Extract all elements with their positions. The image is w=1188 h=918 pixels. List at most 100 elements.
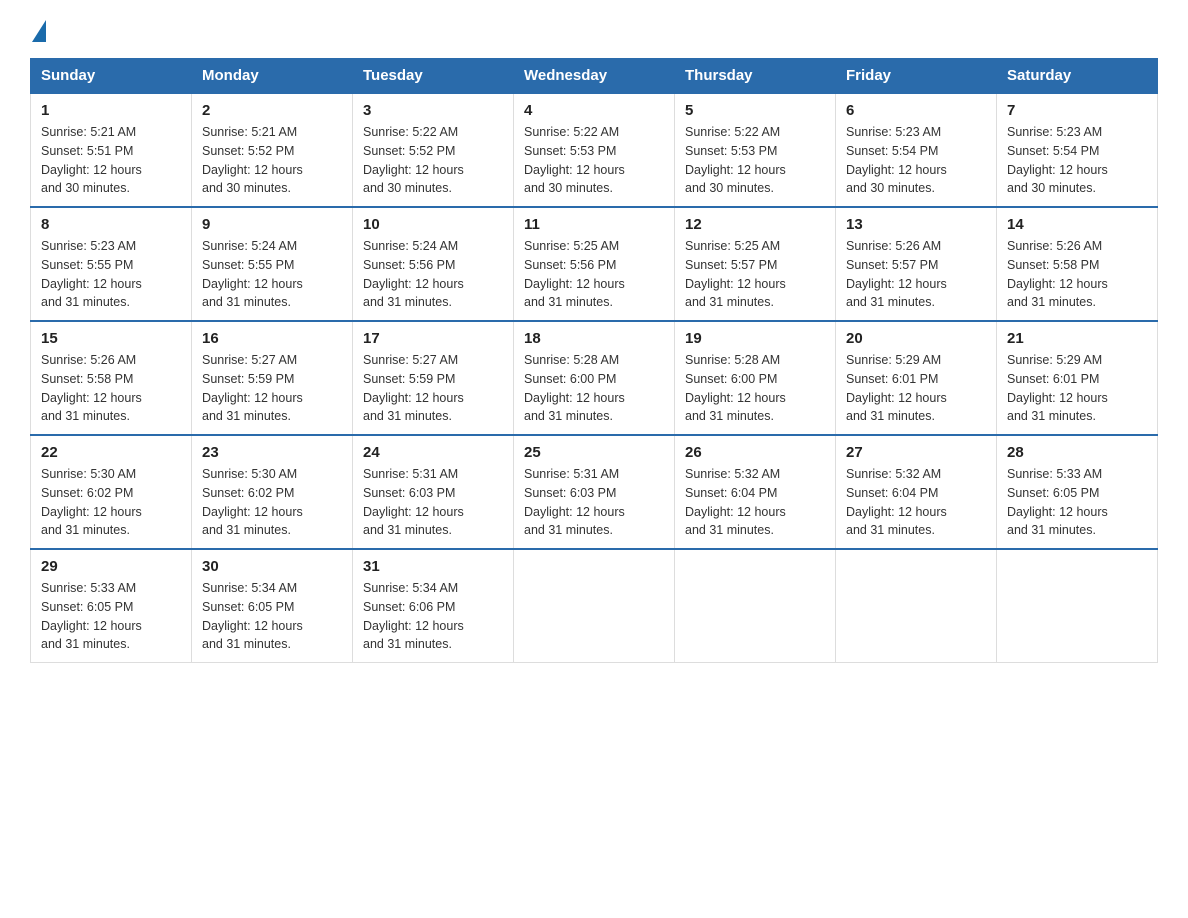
day-info: Sunrise: 5:27 AM Sunset: 5:59 PM Dayligh…	[202, 351, 342, 426]
calendar-cell: 2 Sunrise: 5:21 AM Sunset: 5:52 PM Dayli…	[192, 93, 353, 207]
calendar-cell	[514, 549, 675, 663]
day-of-week-tuesday: Tuesday	[353, 59, 514, 94]
day-number: 19	[685, 330, 825, 347]
day-number: 20	[846, 330, 986, 347]
day-info: Sunrise: 5:25 AM Sunset: 5:57 PM Dayligh…	[685, 237, 825, 312]
day-info: Sunrise: 5:24 AM Sunset: 5:55 PM Dayligh…	[202, 237, 342, 312]
calendar-cell: 18 Sunrise: 5:28 AM Sunset: 6:00 PM Dayl…	[514, 321, 675, 435]
calendar-cell: 20 Sunrise: 5:29 AM Sunset: 6:01 PM Dayl…	[836, 321, 997, 435]
day-number: 9	[202, 216, 342, 233]
day-number: 15	[41, 330, 181, 347]
calendar-cell: 11 Sunrise: 5:25 AM Sunset: 5:56 PM Dayl…	[514, 207, 675, 321]
calendar-cell: 3 Sunrise: 5:22 AM Sunset: 5:52 PM Dayli…	[353, 93, 514, 207]
day-number: 6	[846, 102, 986, 119]
calendar-header: SundayMondayTuesdayWednesdayThursdayFrid…	[31, 59, 1158, 94]
day-info: Sunrise: 5:30 AM Sunset: 6:02 PM Dayligh…	[41, 465, 181, 540]
day-info: Sunrise: 5:26 AM Sunset: 5:58 PM Dayligh…	[41, 351, 181, 426]
day-info: Sunrise: 5:22 AM Sunset: 5:53 PM Dayligh…	[524, 123, 664, 198]
calendar-cell: 28 Sunrise: 5:33 AM Sunset: 6:05 PM Dayl…	[997, 435, 1158, 549]
day-info: Sunrise: 5:26 AM Sunset: 5:57 PM Dayligh…	[846, 237, 986, 312]
calendar-cell	[997, 549, 1158, 663]
calendar-cell: 29 Sunrise: 5:33 AM Sunset: 6:05 PM Dayl…	[31, 549, 192, 663]
day-info: Sunrise: 5:22 AM Sunset: 5:52 PM Dayligh…	[363, 123, 503, 198]
logo-row1	[30, 20, 46, 42]
days-of-week-row: SundayMondayTuesdayWednesdayThursdayFrid…	[31, 59, 1158, 94]
calendar-cell	[836, 549, 997, 663]
calendar-cell: 19 Sunrise: 5:28 AM Sunset: 6:00 PM Dayl…	[675, 321, 836, 435]
calendar-week-row: 8 Sunrise: 5:23 AM Sunset: 5:55 PM Dayli…	[31, 207, 1158, 321]
calendar-cell: 13 Sunrise: 5:26 AM Sunset: 5:57 PM Dayl…	[836, 207, 997, 321]
calendar-table: SundayMondayTuesdayWednesdayThursdayFrid…	[30, 58, 1158, 663]
day-number: 7	[1007, 102, 1147, 119]
day-number: 18	[524, 330, 664, 347]
day-number: 25	[524, 444, 664, 461]
day-number: 31	[363, 558, 503, 575]
day-number: 16	[202, 330, 342, 347]
logo	[30, 20, 46, 38]
day-info: Sunrise: 5:33 AM Sunset: 6:05 PM Dayligh…	[41, 579, 181, 654]
day-number: 3	[363, 102, 503, 119]
day-number: 29	[41, 558, 181, 575]
day-info: Sunrise: 5:24 AM Sunset: 5:56 PM Dayligh…	[363, 237, 503, 312]
day-info: Sunrise: 5:21 AM Sunset: 5:52 PM Dayligh…	[202, 123, 342, 198]
calendar-week-row: 22 Sunrise: 5:30 AM Sunset: 6:02 PM Dayl…	[31, 435, 1158, 549]
calendar-week-row: 15 Sunrise: 5:26 AM Sunset: 5:58 PM Dayl…	[31, 321, 1158, 435]
day-number: 26	[685, 444, 825, 461]
calendar-cell: 25 Sunrise: 5:31 AM Sunset: 6:03 PM Dayl…	[514, 435, 675, 549]
calendar-cell: 7 Sunrise: 5:23 AM Sunset: 5:54 PM Dayli…	[997, 93, 1158, 207]
day-info: Sunrise: 5:32 AM Sunset: 6:04 PM Dayligh…	[685, 465, 825, 540]
calendar-cell: 22 Sunrise: 5:30 AM Sunset: 6:02 PM Dayl…	[31, 435, 192, 549]
day-number: 5	[685, 102, 825, 119]
calendar-cell: 4 Sunrise: 5:22 AM Sunset: 5:53 PM Dayli…	[514, 93, 675, 207]
day-info: Sunrise: 5:27 AM Sunset: 5:59 PM Dayligh…	[363, 351, 503, 426]
day-number: 4	[524, 102, 664, 119]
day-info: Sunrise: 5:22 AM Sunset: 5:53 PM Dayligh…	[685, 123, 825, 198]
day-of-week-wednesday: Wednesday	[514, 59, 675, 94]
calendar-cell: 23 Sunrise: 5:30 AM Sunset: 6:02 PM Dayl…	[192, 435, 353, 549]
day-info: Sunrise: 5:34 AM Sunset: 6:05 PM Dayligh…	[202, 579, 342, 654]
day-info: Sunrise: 5:34 AM Sunset: 6:06 PM Dayligh…	[363, 579, 503, 654]
day-number: 30	[202, 558, 342, 575]
calendar-body: 1 Sunrise: 5:21 AM Sunset: 5:51 PM Dayli…	[31, 93, 1158, 663]
day-number: 14	[1007, 216, 1147, 233]
day-info: Sunrise: 5:31 AM Sunset: 6:03 PM Dayligh…	[524, 465, 664, 540]
day-number: 13	[846, 216, 986, 233]
day-info: Sunrise: 5:23 AM Sunset: 5:54 PM Dayligh…	[1007, 123, 1147, 198]
day-number: 24	[363, 444, 503, 461]
day-info: Sunrise: 5:32 AM Sunset: 6:04 PM Dayligh…	[846, 465, 986, 540]
calendar-cell: 9 Sunrise: 5:24 AM Sunset: 5:55 PM Dayli…	[192, 207, 353, 321]
calendar-cell: 26 Sunrise: 5:32 AM Sunset: 6:04 PM Dayl…	[675, 435, 836, 549]
calendar-cell: 12 Sunrise: 5:25 AM Sunset: 5:57 PM Dayl…	[675, 207, 836, 321]
page-header	[30, 20, 1158, 38]
calendar-cell: 8 Sunrise: 5:23 AM Sunset: 5:55 PM Dayli…	[31, 207, 192, 321]
calendar-week-row: 1 Sunrise: 5:21 AM Sunset: 5:51 PM Dayli…	[31, 93, 1158, 207]
day-number: 21	[1007, 330, 1147, 347]
day-info: Sunrise: 5:21 AM Sunset: 5:51 PM Dayligh…	[41, 123, 181, 198]
day-number: 2	[202, 102, 342, 119]
calendar-cell: 30 Sunrise: 5:34 AM Sunset: 6:05 PM Dayl…	[192, 549, 353, 663]
day-number: 1	[41, 102, 181, 119]
day-of-week-saturday: Saturday	[997, 59, 1158, 94]
calendar-cell: 31 Sunrise: 5:34 AM Sunset: 6:06 PM Dayl…	[353, 549, 514, 663]
day-number: 17	[363, 330, 503, 347]
calendar-cell: 15 Sunrise: 5:26 AM Sunset: 5:58 PM Dayl…	[31, 321, 192, 435]
day-info: Sunrise: 5:31 AM Sunset: 6:03 PM Dayligh…	[363, 465, 503, 540]
calendar-cell: 5 Sunrise: 5:22 AM Sunset: 5:53 PM Dayli…	[675, 93, 836, 207]
calendar-cell: 21 Sunrise: 5:29 AM Sunset: 6:01 PM Dayl…	[997, 321, 1158, 435]
calendar-cell	[675, 549, 836, 663]
calendar-week-row: 29 Sunrise: 5:33 AM Sunset: 6:05 PM Dayl…	[31, 549, 1158, 663]
day-info: Sunrise: 5:25 AM Sunset: 5:56 PM Dayligh…	[524, 237, 664, 312]
day-number: 22	[41, 444, 181, 461]
logo-triangle-icon	[32, 20, 46, 42]
day-number: 23	[202, 444, 342, 461]
day-info: Sunrise: 5:30 AM Sunset: 6:02 PM Dayligh…	[202, 465, 342, 540]
day-number: 12	[685, 216, 825, 233]
calendar-cell: 17 Sunrise: 5:27 AM Sunset: 5:59 PM Dayl…	[353, 321, 514, 435]
day-number: 28	[1007, 444, 1147, 461]
calendar-cell: 14 Sunrise: 5:26 AM Sunset: 5:58 PM Dayl…	[997, 207, 1158, 321]
day-number: 27	[846, 444, 986, 461]
day-info: Sunrise: 5:29 AM Sunset: 6:01 PM Dayligh…	[846, 351, 986, 426]
day-info: Sunrise: 5:28 AM Sunset: 6:00 PM Dayligh…	[685, 351, 825, 426]
day-info: Sunrise: 5:23 AM Sunset: 5:54 PM Dayligh…	[846, 123, 986, 198]
day-of-week-sunday: Sunday	[31, 59, 192, 94]
